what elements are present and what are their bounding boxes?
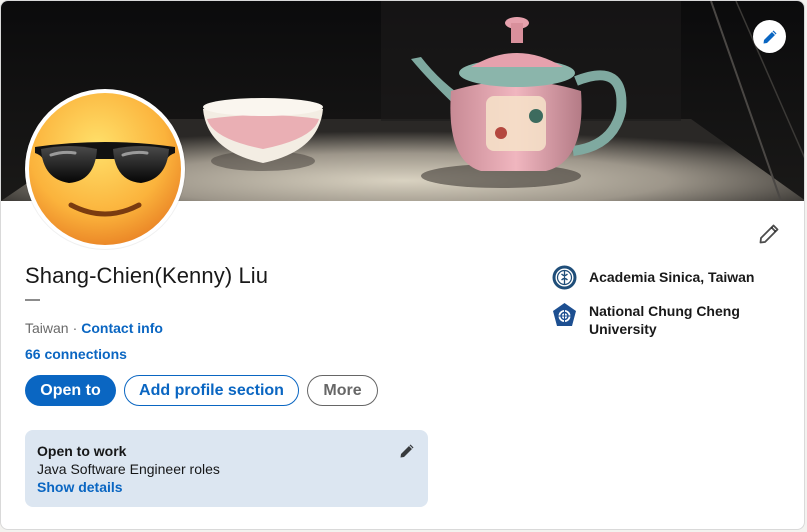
- academia-sinica-logo-icon: [552, 265, 577, 290]
- open-to-work-title: Open to work: [37, 443, 127, 459]
- contact-info-link[interactable]: Contact info: [81, 320, 163, 336]
- pencil-icon: [759, 224, 779, 244]
- ccu-logo-icon: [553, 303, 576, 326]
- add-profile-section-button[interactable]: Add profile section: [124, 375, 299, 406]
- profile-top-card: Shang-Chien(Kenny) Liu — Taiwan · Contact …: [0, 0, 805, 530]
- education-item[interactable]: Academia Sinica, Taiwan: [552, 265, 792, 290]
- profile-location: Taiwan: [25, 320, 69, 336]
- open-to-work-card: Open to work Java Software Engineer role…: [25, 430, 428, 507]
- separator-dot: ·: [72, 320, 78, 336]
- education-name: National Chung Cheng University: [589, 303, 740, 337]
- connections-link[interactable]: 66 connections: [25, 346, 127, 362]
- open-to-work-roles: Java Software Engineer roles: [37, 461, 220, 477]
- pencil-icon: [400, 444, 414, 458]
- open-to-button[interactable]: Open to: [25, 375, 116, 406]
- profile-name: Shang-Chien(Kenny) Liu: [25, 263, 269, 288]
- profile-headline: —: [25, 291, 40, 308]
- education-name: Academia Sinica, Taiwan: [589, 269, 755, 285]
- edit-intro-button[interactable]: [755, 220, 783, 248]
- edit-cover-button[interactable]: [753, 20, 786, 53]
- show-details-link[interactable]: Show details: [37, 478, 416, 496]
- profile-avatar[interactable]: [25, 89, 185, 249]
- sunglasses-emoji-icon: [29, 93, 181, 245]
- edit-open-to-work-button[interactable]: [396, 440, 418, 462]
- education-item[interactable]: National Chung Cheng University: [552, 302, 792, 338]
- more-button[interactable]: More: [307, 375, 378, 406]
- pencil-icon: [763, 30, 776, 43]
- location-line: Taiwan · Contact info: [25, 320, 163, 336]
